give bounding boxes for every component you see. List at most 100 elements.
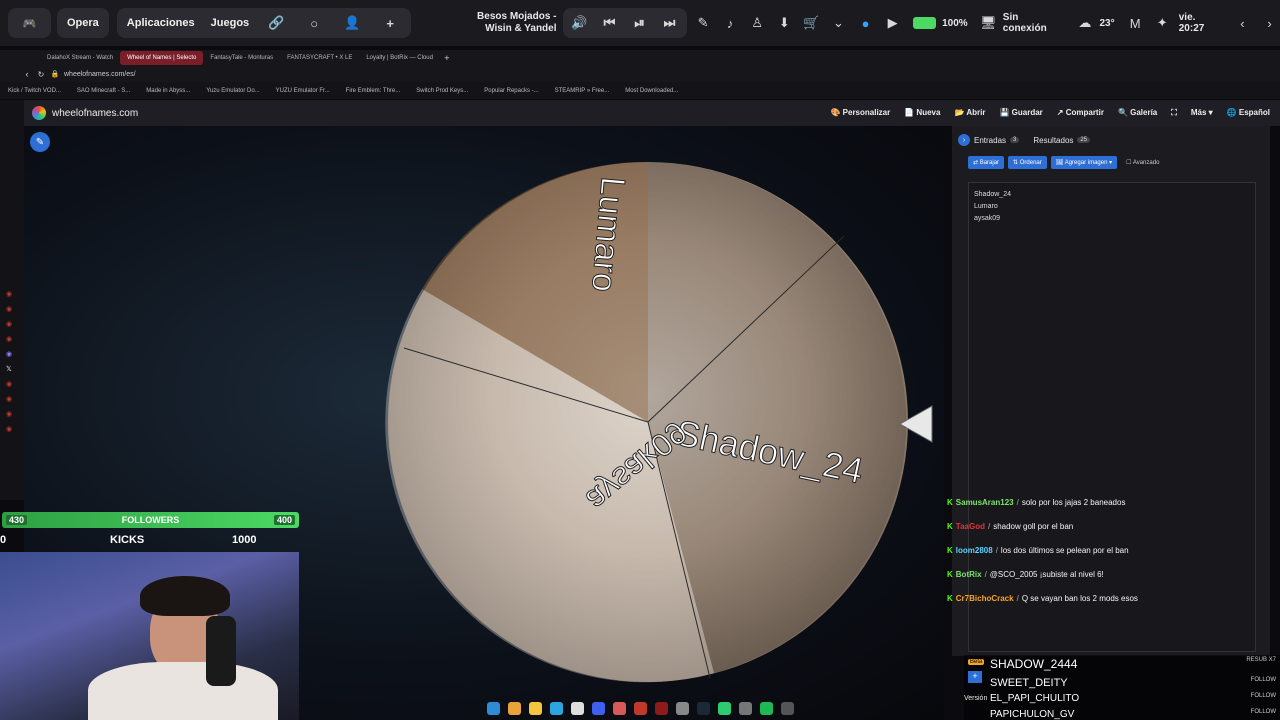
sparkle-icon[interactable]: ✦	[1152, 12, 1173, 34]
settings-icon[interactable]	[675, 701, 689, 715]
gmail-icon[interactable]: M	[1125, 12, 1146, 34]
kicks-current: 0	[0, 534, 7, 546]
chrome-icon[interactable]	[507, 701, 521, 715]
sidebar-icon[interactable]: ◉	[6, 290, 16, 298]
notes-icon[interactable]: ✎	[693, 12, 714, 34]
spotify-icon[interactable]	[759, 701, 773, 715]
app-icon[interactable]	[717, 701, 731, 715]
add-icon[interactable]: +	[968, 671, 982, 683]
edge-icon[interactable]	[549, 701, 563, 715]
chat-text: los dos últimos se pelean por el ban	[1000, 545, 1129, 555]
sort-button[interactable]: ⇅ Ordenar	[1008, 156, 1047, 169]
nav-save[interactable]: 💾 Guardar	[999, 108, 1042, 118]
plus-icon[interactable]: +	[379, 12, 401, 34]
sidebar-icon[interactable]: ◉	[6, 335, 16, 343]
figure-icon[interactable]: ♙	[747, 12, 768, 34]
play-pause-icon[interactable]: ⏯	[629, 12, 651, 34]
windows-icon[interactable]	[486, 701, 500, 715]
folder-icon[interactable]	[528, 701, 542, 715]
sidebar-icon[interactable]: ◉	[6, 320, 16, 328]
messenger-icon[interactable]: ●	[855, 12, 876, 34]
fullscreen-icon[interactable]: ⛶	[1171, 108, 1177, 118]
app-icon[interactable]	[591, 701, 605, 715]
chat-username[interactable]: TaaGod	[956, 522, 985, 531]
app-icon[interactable]	[780, 701, 794, 715]
tab-fantasytale[interactable]: FantasyTale - Monturas	[203, 51, 280, 65]
bookmark-item[interactable]: Popular Repacks -...	[476, 88, 546, 94]
bookmark-item[interactable]: YUZU Emulator Fr...	[268, 88, 338, 94]
opera-icon[interactable]	[612, 701, 626, 715]
tab-wheel-of-names[interactable]: Wheel of Names | Selecto	[120, 51, 204, 65]
steam-icon[interactable]	[696, 701, 710, 715]
circle-icon[interactable]: ○	[303, 12, 325, 34]
reload-icon[interactable]: ↻	[34, 67, 48, 81]
chat-username[interactable]: Cr7BichoCrack	[956, 594, 1014, 603]
app-icon[interactable]	[738, 701, 752, 715]
app-icon[interactable]	[654, 701, 668, 715]
chat-username[interactable]: BotRix	[956, 570, 982, 579]
shuffle-button[interactable]: ⇄ Barajar	[968, 156, 1005, 169]
link-icon[interactable]: 🔗	[265, 12, 287, 34]
bookmark-item[interactable]: Kick / Twitch VOD...	[0, 88, 69, 94]
sidebar-icon[interactable]: ◉	[6, 350, 16, 358]
opera-menu-button[interactable]: 🎮	[8, 8, 51, 38]
app-icon[interactable]	[633, 701, 647, 715]
nav-new[interactable]: 📄 Nueva	[904, 108, 940, 118]
sidebar-icon[interactable]: ◉	[6, 305, 16, 313]
next-icon[interactable]: ⏭	[659, 12, 681, 34]
volume-icon[interactable]: 🔊	[569, 12, 591, 34]
user-icon[interactable]: 👤	[341, 12, 363, 34]
sidebar-icon[interactable]: ◉	[6, 425, 16, 433]
add-image-button[interactable]: 🖼 Agregar imagen ▾	[1050, 156, 1118, 169]
advanced-checkbox[interactable]: ☐ Avanzado	[1121, 156, 1164, 169]
bookmark-item[interactable]: SAO Minecraft - S...	[69, 88, 138, 94]
chevron-down-icon[interactable]: ⌄	[828, 12, 849, 34]
address-input[interactable]: wheelofnames.com/es/	[64, 71, 136, 78]
bookmark-item[interactable]: STEAMRIP » Free...	[547, 88, 618, 94]
chat-username[interactable]: loom2808	[956, 546, 993, 555]
tab-results[interactable]: Resultados 25	[1033, 136, 1091, 145]
player-controls: 🔊 ⏮ ⏯ ⏭	[562, 8, 687, 38]
download-icon[interactable]: ⬇	[774, 12, 795, 34]
alert-type: FOLLOW	[1250, 677, 1276, 683]
tab-label: Entradas	[974, 135, 1007, 145]
bookmark-item[interactable]: Yuzu Emulator Do...	[198, 88, 267, 94]
sidebar-icon[interactable]: ◉	[6, 410, 16, 418]
bookmarks-bar: Kick / Twitch VOD... SAO Minecraft - S..…	[0, 82, 1280, 99]
forward-arrow-icon[interactable]: ›	[1259, 12, 1280, 34]
tiktok-icon[interactable]: ♪	[720, 12, 741, 34]
chevron-right-icon[interactable]: ›	[958, 134, 970, 146]
store-icon[interactable]	[570, 701, 584, 715]
bookmark-item[interactable]: Switch Prod Keys...	[408, 88, 476, 94]
nav-open[interactable]: 📂 Abrir	[954, 108, 985, 118]
bookmark-item[interactable]: Most Downloaded...	[617, 88, 686, 94]
tab-fantasycraft[interactable]: FANTASYCRAFT • X LE	[280, 51, 359, 65]
chat-message: Kloom2808/los dos últimos se pelean por …	[944, 538, 1280, 562]
site-logo[interactable]: wheelofnames.com	[32, 106, 138, 120]
games-link[interactable]: Juegos	[211, 17, 250, 29]
sidebar-icon[interactable]: ◉	[6, 380, 16, 388]
bookmark-item[interactable]: Fire Emblem: Thre...	[338, 88, 409, 94]
nav-more[interactable]: Más ▾	[1191, 108, 1213, 118]
bookmark-item[interactable]: Made in Abyss...	[138, 88, 198, 94]
video-icon[interactable]: ▶	[882, 12, 903, 34]
back-arrow-icon[interactable]: ‹	[1232, 12, 1253, 34]
new-tab-icon[interactable]: +	[440, 51, 454, 65]
nav-gallery[interactable]: 🔍 Galería	[1118, 108, 1157, 118]
opera-button[interactable]: Opera	[56, 8, 109, 38]
nav-customize[interactable]: 🎨 Personalizar	[830, 108, 890, 118]
tab-entries[interactable]: › Entradas 3	[958, 134, 1020, 146]
cart-icon[interactable]: 🛒	[801, 12, 822, 34]
x-icon[interactable]: 𝕏	[6, 365, 16, 373]
chat-username[interactable]: SamusAran123	[956, 498, 1014, 507]
nav-share[interactable]: ↗ Compartir	[1057, 108, 1104, 118]
entry-line: Lumaro	[974, 203, 998, 210]
tool-label: Barajar	[979, 160, 1000, 166]
back-icon[interactable]: ‹	[20, 67, 34, 81]
tab-dalahox[interactable]: DalahoX Stream - Watch	[40, 51, 120, 65]
nav-language[interactable]: 🌐 Español	[1227, 108, 1270, 118]
apps-link[interactable]: Aplicaciones	[127, 17, 195, 29]
previous-icon[interactable]: ⏮	[599, 12, 621, 34]
sidebar-icon[interactable]: ◉	[6, 395, 16, 403]
tab-loyalty[interactable]: Loyalty | BotRix — Cloud	[359, 51, 440, 65]
